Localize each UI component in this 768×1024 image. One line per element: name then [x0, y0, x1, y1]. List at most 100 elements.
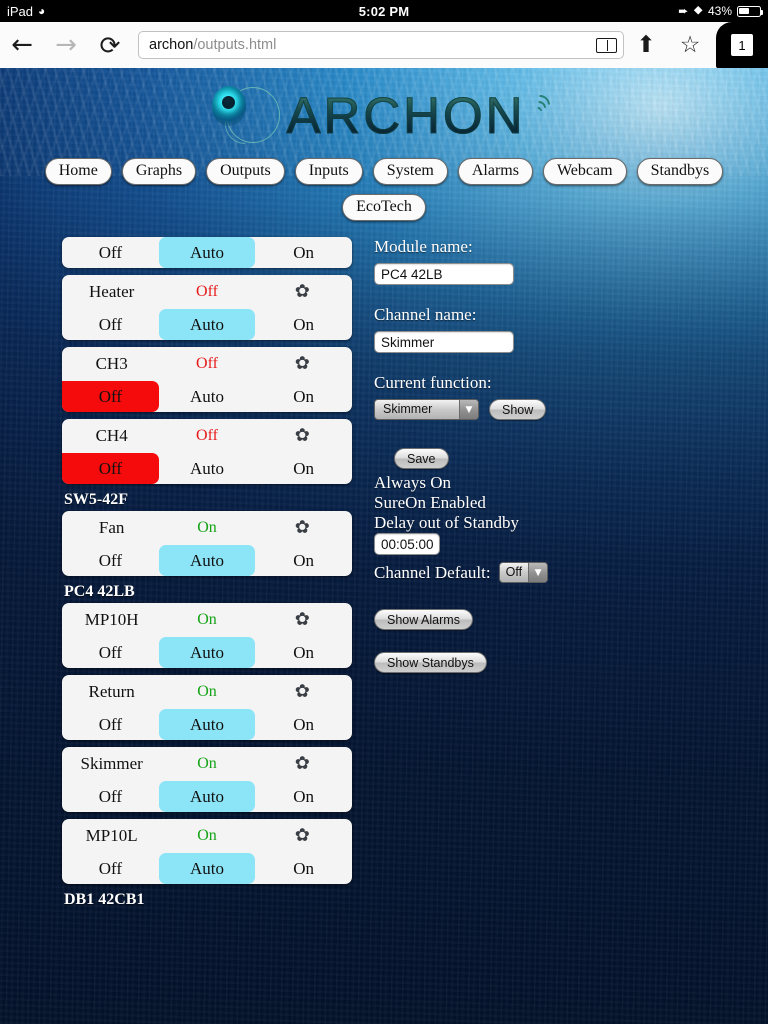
- group-header-sw5-42f: SW5-42F: [64, 491, 128, 508]
- gear-icon[interactable]: ✿: [255, 755, 350, 773]
- channel-name: CH4: [95, 426, 128, 445]
- channel-on-button[interactable]: On: [255, 309, 352, 340]
- show-alarms-row: Show Alarms: [374, 609, 704, 630]
- address-bar[interactable]: archon /outputs.html: [138, 31, 624, 59]
- page-main: Off Auto On Heater Off ✿ Off Auto On CH3…: [0, 237, 768, 911]
- channel-name-input[interactable]: Skimmer: [374, 331, 514, 353]
- archon-logo: ARCHON: [0, 68, 768, 156]
- show-standbys-button[interactable]: Show Standbys: [374, 652, 487, 673]
- channel-default-select[interactable]: Off ▼: [498, 562, 549, 583]
- channel-header: Fan On ✿: [62, 511, 352, 545]
- option-always-on[interactable]: Always On: [374, 473, 704, 493]
- nav-item-outputs[interactable]: Outputs: [206, 158, 285, 185]
- module-name-input[interactable]: PC4 42LB: [374, 263, 514, 285]
- channel-default-value: Off: [505, 565, 523, 579]
- channel-status: Off: [196, 355, 218, 372]
- nav-item-ecotech[interactable]: EcoTech: [342, 194, 426, 221]
- channel-off-button[interactable]: Off: [62, 709, 159, 740]
- reader-view-icon[interactable]: [596, 37, 617, 53]
- option-delay-out-of-standby[interactable]: Delay out of Standby: [374, 513, 704, 533]
- nav-item-graphs[interactable]: Graphs: [121, 158, 197, 185]
- group-header-pc4-42lb: PC4 42LB: [64, 583, 135, 600]
- save-row: Save: [394, 448, 704, 469]
- channel-auto-button[interactable]: Auto: [159, 381, 256, 412]
- nav-item-inputs[interactable]: Inputs: [294, 158, 363, 185]
- channel-header: CH3 Off ✿: [62, 347, 352, 381]
- channel-auto-button[interactable]: Auto: [158, 309, 256, 340]
- channel-name: Heater: [89, 282, 135, 301]
- channel-auto-button[interactable]: Auto: [158, 545, 256, 576]
- gear-icon[interactable]: ✿: [255, 283, 350, 301]
- channel-on-button[interactable]: On: [255, 453, 352, 484]
- channel-on-button[interactable]: On: [255, 781, 352, 812]
- nav-item-webcam[interactable]: Webcam: [542, 158, 627, 185]
- archon-logo-mark-icon: [212, 84, 282, 146]
- channel-on-button[interactable]: On: [255, 381, 352, 412]
- gear-icon[interactable]: ✿: [255, 683, 350, 701]
- channel-card: Skimmer On ✿ Off Auto On: [62, 747, 352, 812]
- channel-auto-button[interactable]: Auto: [158, 237, 256, 268]
- save-button[interactable]: Save: [394, 448, 449, 469]
- tabs-button[interactable]: 1: [716, 22, 768, 68]
- channel-header: Return On ✿: [62, 675, 352, 709]
- show-button[interactable]: Show: [489, 399, 547, 420]
- channel-card: Off Auto On: [62, 237, 352, 268]
- channel-off-button[interactable]: Off: [62, 237, 159, 268]
- channel-name: CH3: [95, 354, 128, 373]
- channel-status: Off: [196, 283, 218, 300]
- channel-status: Off: [196, 427, 218, 444]
- channel-off-button[interactable]: Off: [62, 545, 159, 576]
- gear-icon[interactable]: ✿: [255, 355, 350, 373]
- url-host: archon: [149, 37, 194, 53]
- reload-button[interactable]: ⟳: [88, 33, 132, 58]
- channel-off-button[interactable]: Off: [62, 781, 159, 812]
- channel-status: On: [197, 683, 217, 700]
- forward-button[interactable]: →: [44, 32, 88, 58]
- web-page: ARCHON Home Graphs Outputs Inputs System…: [0, 68, 768, 1024]
- current-function-select[interactable]: Skimmer ▼: [374, 399, 479, 420]
- channel-mode-buttons: Off Auto On: [62, 453, 352, 484]
- show-alarms-button[interactable]: Show Alarms: [374, 609, 473, 630]
- channel-name: MP10L: [85, 826, 138, 845]
- channel-off-button[interactable]: Off: [62, 853, 159, 884]
- status-bar-clock: 5:02 PM: [358, 3, 410, 19]
- channel-header: MP10H On ✿: [62, 603, 352, 637]
- nav-item-system[interactable]: System: [372, 158, 448, 185]
- channel-off-button[interactable]: Off: [62, 309, 159, 340]
- channel-on-button[interactable]: On: [255, 545, 352, 576]
- channel-off-button[interactable]: Off: [62, 381, 159, 412]
- channel-header: CH4 Off ✿: [62, 419, 352, 453]
- channel-mode-buttons: Off Auto On: [62, 637, 352, 668]
- bookmark-star-icon[interactable]: ☆: [668, 33, 712, 57]
- current-function-label: Current function:: [374, 373, 492, 392]
- channel-auto-button[interactable]: Auto: [158, 637, 256, 668]
- delay-time-input[interactable]: 00:05:00: [374, 533, 440, 555]
- gear-icon[interactable]: ✿: [255, 519, 350, 537]
- gear-icon[interactable]: ✿: [255, 611, 350, 629]
- option-sureon-enabled[interactable]: SureOn Enabled: [374, 493, 704, 513]
- channel-name-label: Channel name:: [374, 305, 477, 324]
- channel-off-button[interactable]: Off: [62, 637, 159, 668]
- channel-mode-buttons: Off Auto On: [62, 709, 352, 740]
- channel-on-button[interactable]: On: [255, 637, 352, 668]
- back-button[interactable]: ←: [0, 32, 44, 58]
- channel-mode-buttons: Off Auto On: [62, 309, 352, 340]
- nav-item-home[interactable]: Home: [44, 158, 112, 185]
- chevron-down-icon: ▼: [528, 563, 548, 582]
- channel-on-button[interactable]: On: [255, 853, 352, 884]
- share-icon[interactable]: ⬆: [624, 33, 668, 57]
- channel-auto-button[interactable]: Auto: [159, 453, 256, 484]
- channel-on-button[interactable]: On: [255, 709, 352, 740]
- channel-auto-button[interactable]: Auto: [158, 781, 256, 812]
- nav-item-standbys[interactable]: Standbys: [636, 158, 724, 185]
- gear-icon[interactable]: ✿: [255, 827, 350, 845]
- channel-auto-button[interactable]: Auto: [158, 709, 256, 740]
- channel-on-button[interactable]: On: [255, 237, 352, 268]
- channel-status: On: [197, 611, 217, 628]
- gear-icon[interactable]: ✿: [255, 427, 350, 445]
- channel-off-button[interactable]: Off: [62, 453, 159, 484]
- nav-row-primary: Home Graphs Outputs Inputs System Alarms…: [0, 158, 768, 185]
- channel-card: Fan On ✿ Off Auto On: [62, 511, 352, 576]
- channel-auto-button[interactable]: Auto: [158, 853, 256, 884]
- nav-item-alarms[interactable]: Alarms: [457, 158, 533, 185]
